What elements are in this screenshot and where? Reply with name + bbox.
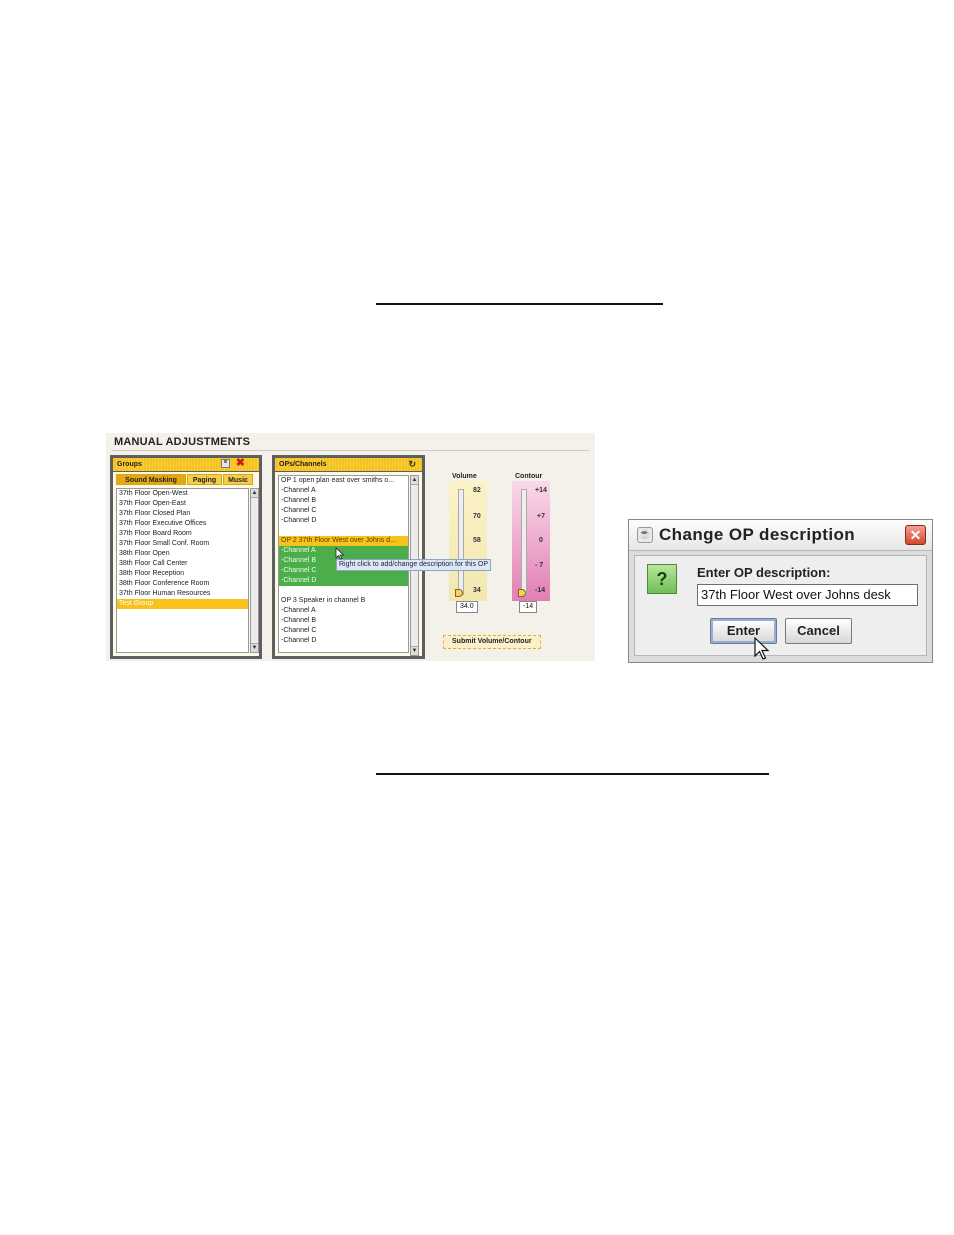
- volume-background: [449, 481, 487, 601]
- dialog-title: Change OP description: [659, 525, 856, 544]
- op-list-item[interactable]: OP 2 37th Floor West over Johns d...: [279, 536, 408, 546]
- contour-tick: -14: [535, 587, 546, 594]
- op-list-item[interactable]: -Channel A: [279, 486, 408, 496]
- volume-slider: Volume 82 70 58 34 34.0: [449, 473, 492, 629]
- ops-title: OPs/Channels: [279, 461, 327, 468]
- java-app-icon: ☕: [637, 527, 653, 543]
- scroll-down-icon[interactable]: ▼: [411, 646, 418, 655]
- op-list-item[interactable]: -Channel C: [279, 506, 408, 516]
- contour-tick: +14: [535, 487, 547, 494]
- manual-adjustments-panel: MANUAL ADJUSTMENTS Groups ✖ Sound Maskin…: [106, 433, 595, 661]
- groups-tabs: Sound Masking Paging Music: [116, 474, 256, 485]
- volume-track[interactable]: [458, 489, 464, 595]
- title-divider: [112, 450, 589, 451]
- groups-box: Groups ✖ Sound Masking Paging Music 37th F…: [110, 455, 262, 659]
- op-description-input[interactable]: 37th Floor West over Johns desk: [697, 584, 918, 606]
- contour-tick: +7: [537, 513, 545, 520]
- contour-tick: 0: [539, 537, 543, 544]
- op-list-item[interactable]: OP 1 open plan east over smiths o...: [279, 476, 408, 486]
- volume-tick: 70: [473, 513, 481, 520]
- group-list-item[interactable]: 37th Floor Human Resources: [117, 589, 248, 599]
- mouse-pointer-icon: [754, 637, 770, 660]
- op-list-item[interactable]: OP 3 Speaker in channel B: [279, 596, 408, 606]
- group-list-item[interactable]: 37th Floor Executive Offices: [117, 519, 248, 529]
- delete-icon[interactable]: ✖: [236, 457, 245, 470]
- group-list-item[interactable]: Test Group: [117, 599, 248, 609]
- refresh-icon[interactable]: ↻: [408, 458, 416, 471]
- groups-list[interactable]: 37th Floor Open-West 37th Floor Open-East…: [116, 488, 249, 653]
- contour-value[interactable]: -14: [519, 601, 538, 613]
- ops-header: OPs/Channels ↻: [275, 458, 422, 471]
- contour-background: [512, 481, 550, 601]
- op-list-item[interactable]: -Channel D: [279, 576, 408, 586]
- volume-label: Volume: [452, 473, 477, 480]
- groups-title: Groups: [117, 461, 142, 468]
- contour-track[interactable]: [521, 489, 527, 595]
- group-list-item[interactable]: 38th Floor Reception: [117, 569, 248, 579]
- group-list-item[interactable]: 38th Floor Call Center: [117, 559, 248, 569]
- groups-body: Sound Masking Paging Music 37th Floor Open…: [113, 472, 259, 656]
- save-icon[interactable]: [221, 459, 230, 468]
- group-list-item[interactable]: 38th Floor Conference Room: [117, 579, 248, 589]
- contour-thumb[interactable]: [518, 589, 526, 597]
- groups-tab[interactable]: Music: [223, 474, 253, 485]
- volume-thumb[interactable]: [455, 589, 463, 597]
- groups-tab[interactable]: Paging: [187, 474, 222, 485]
- op-description-tooltip: Right click to add/change description fo…: [336, 559, 492, 571]
- op-list-item[interactable]: -Channel D: [279, 636, 408, 646]
- close-icon[interactable]: ✕: [905, 525, 926, 545]
- group-list-item[interactable]: 37th Floor Closed Plan: [117, 509, 248, 519]
- volume-value[interactable]: 34.0: [456, 601, 478, 613]
- panel-title: MANUAL ADJUSTMENTS: [114, 436, 251, 448]
- contour-tick: - 7: [535, 562, 544, 569]
- groups-scrollbar[interactable]: ▲ ▼: [250, 488, 259, 653]
- cancel-button[interactable]: Cancel: [785, 618, 852, 644]
- heading-underline-top: [376, 303, 663, 305]
- group-list-item[interactable]: 37th Floor Board Room: [117, 529, 248, 539]
- scroll-down-icon[interactable]: ▼: [251, 643, 258, 652]
- op-list-item[interactable]: -Channel B: [279, 496, 408, 506]
- group-list-item[interactable]: 37th Floor Small Conf. Room: [117, 539, 248, 549]
- scroll-up-icon[interactable]: ▲: [251, 489, 258, 498]
- question-icon: ?: [647, 564, 677, 594]
- op-list-item[interactable]: -Channel C: [279, 626, 408, 636]
- volume-tick: 34: [473, 587, 481, 594]
- op-list-item[interactable]: -Channel B: [279, 616, 408, 626]
- groups-header: Groups ✖: [113, 457, 259, 471]
- dialog-prompt: Enter OP description:: [697, 565, 831, 580]
- group-list-item[interactable]: 38th Floor Open: [117, 549, 248, 559]
- contour-label: Contour: [515, 473, 543, 480]
- ops-channels-box: OPs/Channels ↻ OP 1 open plan east over …: [272, 455, 425, 659]
- heading-underline-bottom: [376, 773, 769, 775]
- dialog-titlebar[interactable]: ☕ Change OP description ✕: [629, 520, 932, 551]
- groups-tab[interactable]: Sound Masking: [116, 474, 186, 485]
- group-list-item[interactable]: 37th Floor Open-East: [117, 499, 248, 509]
- scroll-up-icon[interactable]: ▲: [411, 476, 418, 485]
- dialog-body: ? Enter OP description: 37th Floor West …: [634, 555, 927, 656]
- group-list-item[interactable]: 37th Floor Open-West: [117, 489, 248, 499]
- op-list-item[interactable]: -Channel A: [279, 606, 408, 616]
- change-op-description-dialog: ☕ Change OP description ✕ ? Enter OP des…: [628, 519, 933, 663]
- op-list-item[interactable]: -Channel D: [279, 516, 408, 526]
- volume-tick: 58: [473, 537, 481, 544]
- volume-tick: 82: [473, 487, 481, 494]
- mouse-pointer-icon: [335, 547, 345, 560]
- submit-volume-contour-button[interactable]: Submit Volume/Contour: [443, 635, 541, 649]
- contour-slider: Contour +14 +7 0 - 7 -14 -14: [512, 473, 555, 629]
